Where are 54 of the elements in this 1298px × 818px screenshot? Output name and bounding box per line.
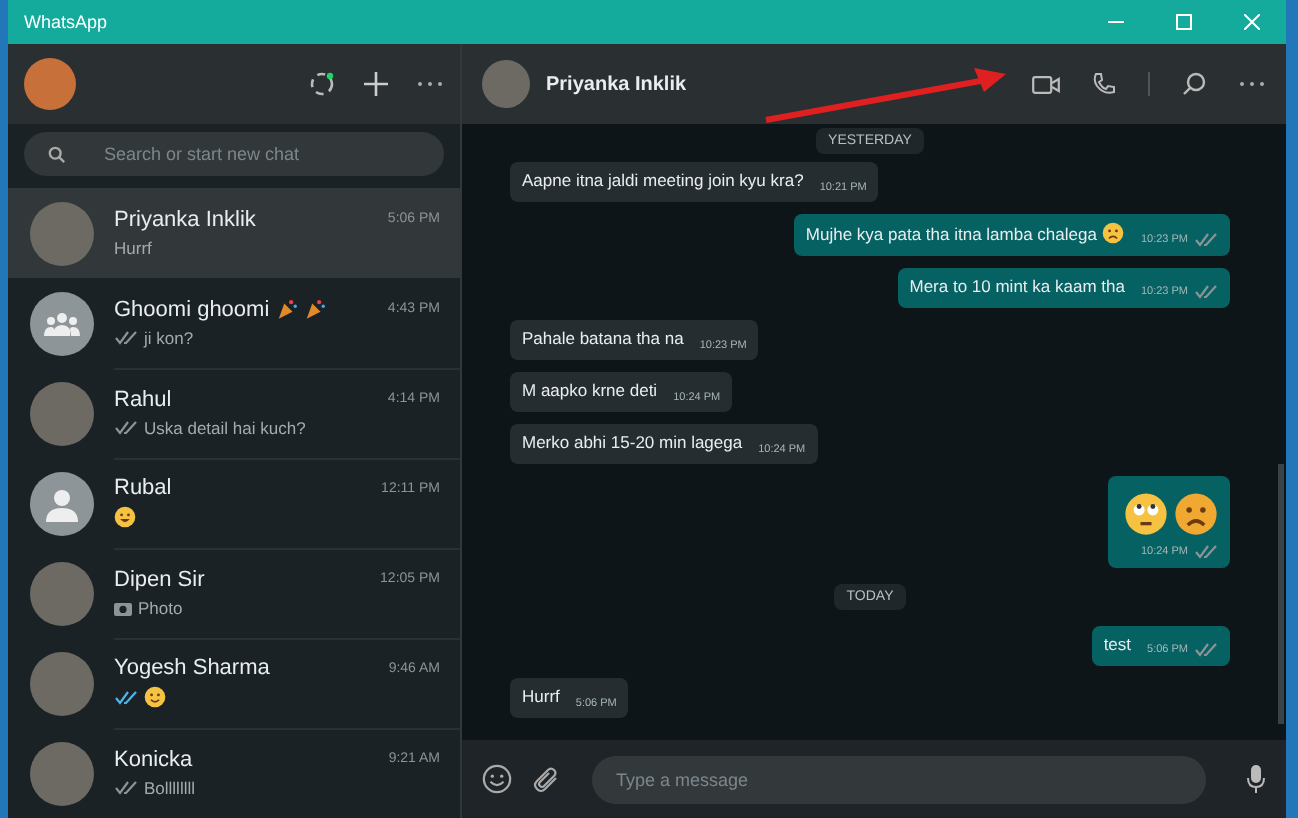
contact-name: Priyanka Inklik xyxy=(114,207,256,231)
face-emoji-icon xyxy=(1124,492,1168,536)
phone-icon[interactable] xyxy=(1092,72,1116,96)
message-text: M aapko krne deti xyxy=(522,380,658,400)
avatar-photo xyxy=(30,201,94,265)
contact-name: Rubal xyxy=(114,476,172,500)
avatar-photo xyxy=(30,381,94,445)
message-preview: ji kon? xyxy=(144,327,194,347)
message-preview: Photo xyxy=(138,597,183,617)
party-popper-icon xyxy=(275,298,298,320)
contact-name: Yogesh Sharma xyxy=(114,656,270,680)
paperclip-icon[interactable] xyxy=(532,765,560,793)
search-field[interactable]: Search or start new chat xyxy=(24,132,444,176)
status-icon[interactable] xyxy=(308,70,336,98)
menu-icon[interactable] xyxy=(416,80,444,88)
avatar-photo xyxy=(30,561,94,625)
message-text: Hurrf xyxy=(522,686,560,706)
avatar-photo xyxy=(30,741,94,805)
contact-name: Rahul xyxy=(114,387,172,411)
message-preview: Uska detail hai kuch? xyxy=(144,417,306,437)
contact-name: Ghoomi ghoomi xyxy=(114,297,270,321)
face-emoji-icon xyxy=(1102,222,1125,244)
face-emoji-icon xyxy=(1174,492,1218,536)
video-call-icon[interactable] xyxy=(1032,75,1060,93)
search-icon[interactable] xyxy=(1182,72,1206,96)
message-input[interactable]: Type a message xyxy=(592,755,1206,803)
contact-avatar[interactable] xyxy=(482,60,530,108)
contact-name: Dipen Sir xyxy=(114,567,205,591)
message-text: Merko abhi 15-20 min lagega xyxy=(522,432,743,452)
message-text: Mera to 10 mint ka kaam tha xyxy=(909,276,1125,296)
emoji-icon[interactable] xyxy=(482,764,512,794)
scrollbar[interactable] xyxy=(1278,464,1284,724)
menu-icon[interactable] xyxy=(1238,80,1266,88)
face-emoji-icon xyxy=(114,506,136,528)
close-icon[interactable] xyxy=(1244,14,1260,30)
window-title: WhatsApp xyxy=(24,12,110,32)
profile-avatar[interactable] xyxy=(24,58,76,110)
new-chat-icon[interactable] xyxy=(364,72,388,96)
group-avatar-icon xyxy=(30,291,94,355)
contact-name: Konicka xyxy=(114,747,193,771)
party-popper-icon xyxy=(303,298,326,320)
message-text: test xyxy=(1103,634,1132,654)
message-preview: Hurrf xyxy=(114,237,152,257)
face-emoji-icon xyxy=(144,686,166,708)
message-text: Aapne itna jaldi meeting join kyu kra? xyxy=(522,170,804,190)
message-preview: Bollllllll xyxy=(144,777,196,797)
search-icon xyxy=(48,146,66,164)
avatar-photo xyxy=(30,651,94,715)
message-text: Pahale batana tha na xyxy=(522,328,684,348)
maximize-icon[interactable] xyxy=(1176,14,1192,30)
microphone-icon[interactable] xyxy=(1246,764,1266,794)
message-text: Mujhe kya pata tha itna lamba chalega xyxy=(805,223,1097,243)
default-avatar-icon xyxy=(30,471,94,535)
chat-contact-name[interactable]: Priyanka Inklik xyxy=(546,73,687,95)
